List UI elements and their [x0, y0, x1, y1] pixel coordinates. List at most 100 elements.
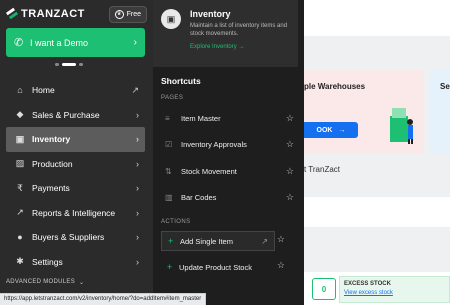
chevron-right-icon: › — [136, 158, 139, 169]
star-icon[interactable]: ☆ — [286, 139, 294, 150]
carousel-dot-active[interactable] — [62, 63, 76, 66]
nav-item-label: Home — [32, 85, 55, 96]
nav-item-settings[interactable]: ✱ Settings › — [6, 250, 145, 275]
star-icon[interactable]: ☆ — [286, 166, 294, 177]
nav-item-home[interactable]: ⌂ Home ↗ — [6, 78, 145, 103]
warehouse-illustration — [390, 108, 413, 144]
logo-row: TRANZACT ♛ Free — [0, 0, 153, 28]
external-arrow-icon: ↗ — [131, 84, 139, 95]
action-label: Add Single Item — [180, 236, 233, 246]
star-icon[interactable]: ☆ — [277, 260, 285, 271]
chevron-right-icon: › — [136, 134, 139, 145]
list-icon: ≡ — [165, 113, 170, 123]
stock-icon: ⇅ — [165, 166, 172, 176]
rupee-icon: ₹ — [17, 182, 23, 193]
action-row: + Update Product Stock ☆ — [153, 251, 304, 277]
barcode-icon: ▥ — [165, 193, 173, 203]
shortcut-inventory-approvals[interactable]: ☑ Inventory Approvals ☆ — [153, 132, 304, 159]
logo[interactable]: TRANZACT — [6, 8, 85, 20]
external-arrow-icon: ↗ — [261, 236, 268, 246]
shortcut-label: Stock Movement — [181, 166, 237, 176]
shortcut-stock-movement[interactable]: ⇅ Stock Movement ☆ — [153, 158, 304, 185]
inventory-header: ▣ Inventory Maintain a list of inventory… — [153, 0, 304, 67]
arrow-right-icon: → — [238, 44, 245, 50]
nav-item-label: Buyers & Suppliers — [32, 232, 105, 243]
production-icon: ▨ — [15, 158, 25, 169]
nav-item-label: Production — [32, 158, 73, 169]
advanced-modules[interactable]: ADVANCED MODULES ⌄ — [6, 279, 84, 286]
carousel-dots[interactable] — [55, 63, 83, 66]
action-add-single-item[interactable]: + Add Single Item ↗ — [161, 231, 275, 251]
top-bar — [304, 0, 450, 36]
tag-icon: ◆ — [16, 109, 24, 120]
crown-icon: ♛ — [114, 9, 124, 19]
carousel-dot[interactable] — [79, 63, 83, 66]
home-icon: ⌂ — [17, 85, 23, 96]
action-label: Update Product Stock — [179, 262, 252, 272]
main-content: ple Warehouses Se OOK → t TranZact 0 EXC… — [304, 0, 450, 305]
advanced-modules-label: ADVANCED MODULES — [6, 279, 76, 285]
inventory-icon: ▣ — [15, 133, 25, 144]
arrow-right-icon: → — [338, 126, 346, 134]
shortcuts-heading: Shortcuts — [161, 76, 201, 86]
inventory-title: Inventory — [190, 9, 231, 19]
inventory-flyout: ▣ Inventory Maintain a list of inventory… — [153, 0, 304, 305]
chevron-right-icon: › — [136, 207, 139, 218]
view-excess-stock-link[interactable]: View excess stock — [344, 290, 445, 296]
phone-icon: ✆ — [14, 37, 24, 49]
chevron-down-icon: ⌄ — [79, 280, 85, 286]
free-label: Free — [126, 10, 141, 18]
inventory-icon: ▣ — [161, 9, 181, 29]
nav-item-sales-purchase[interactable]: ◆ Sales & Purchase › — [6, 103, 145, 128]
sidebar: TRANZACT ♛ Free ✆ I want a Demo › ⌂ Home ↗… — [0, 0, 153, 305]
actions-heading: ACTIONS — [161, 219, 191, 225]
gear-icon: ✱ — [16, 256, 24, 267]
chevron-right-icon: › — [136, 109, 139, 120]
tranzact-text: t TranZact — [304, 165, 341, 174]
logo-text: TRANZACT — [21, 8, 85, 20]
warehouses-card-title: ple Warehouses — [304, 82, 366, 91]
nav-item-label: Inventory — [32, 134, 71, 145]
nav-item-label: Payments — [32, 183, 70, 194]
excess-stock-card[interactable]: EXCESS STOCK View excess stock — [339, 276, 450, 303]
logo-mark-icon — [6, 8, 18, 20]
demo-button[interactable]: ✆ I want a Demo › — [6, 28, 145, 57]
shortcut-label: Bar Codes — [181, 193, 217, 203]
chart-icon: ↗ — [16, 207, 24, 218]
nav-item-label: Sales & Purchase — [32, 109, 100, 120]
nav-item-payments[interactable]: ₹ Payments › — [6, 176, 145, 201]
explore-inventory-link[interactable]: Explore Inventory → — [190, 44, 296, 50]
next-card-title: Se — [440, 82, 450, 91]
nav-item-inventory[interactable]: ▣ Inventory › — [6, 127, 145, 152]
nav-item-buyers-suppliers[interactable]: ● Buyers & Suppliers › — [6, 225, 145, 250]
star-icon[interactable]: ☆ — [277, 234, 285, 245]
shortcut-bar-codes[interactable]: ▥ Bar Codes ☆ — [153, 185, 304, 212]
book-button-label: OOK — [316, 126, 333, 134]
pages-list: ≡ Item Master ☆ ☑ Inventory Approvals ☆ ⇅ Stock… — [153, 105, 304, 211]
chevron-right-icon: › — [136, 232, 139, 243]
stat-value[interactable]: 0 — [312, 278, 336, 300]
nav-item-label: Reports & Intelligence — [32, 207, 116, 218]
shortcut-item-master[interactable]: ≡ Item Master ☆ — [153, 105, 304, 132]
plus-icon: + — [168, 236, 174, 246]
actions-list: + Add Single Item ↗ ☆ + Update Product Stock ☆ — [153, 225, 304, 277]
carousel-dot[interactable] — [55, 63, 59, 66]
nav-item-label: Settings — [32, 256, 63, 267]
explore-inventory-label: Explore Inventory — [190, 44, 237, 50]
nav-item-production[interactable]: ▨ Production › — [6, 152, 145, 177]
content-strip — [304, 197, 450, 227]
free-plan-button[interactable]: ♛ Free — [108, 5, 147, 23]
nav-item-reports-intelligence[interactable]: ↗ Reports & Intelligence › — [6, 201, 145, 226]
star-icon[interactable]: ☆ — [286, 192, 294, 203]
shortcut-label: Item Master — [181, 113, 221, 123]
excess-stock-title: EXCESS STOCK — [344, 281, 391, 287]
approval-icon: ☑ — [165, 140, 173, 150]
action-row: + Add Single Item ↗ ☆ — [153, 225, 304, 251]
action-update-product-stock[interactable]: + Update Product Stock — [161, 257, 275, 277]
chevron-right-icon: › — [133, 37, 137, 48]
plus-icon: + — [167, 262, 173, 272]
chevron-right-icon: › — [136, 256, 139, 267]
book-button[interactable]: OOK → — [304, 122, 358, 138]
people-icon: ● — [17, 232, 23, 243]
star-icon[interactable]: ☆ — [286, 113, 294, 124]
